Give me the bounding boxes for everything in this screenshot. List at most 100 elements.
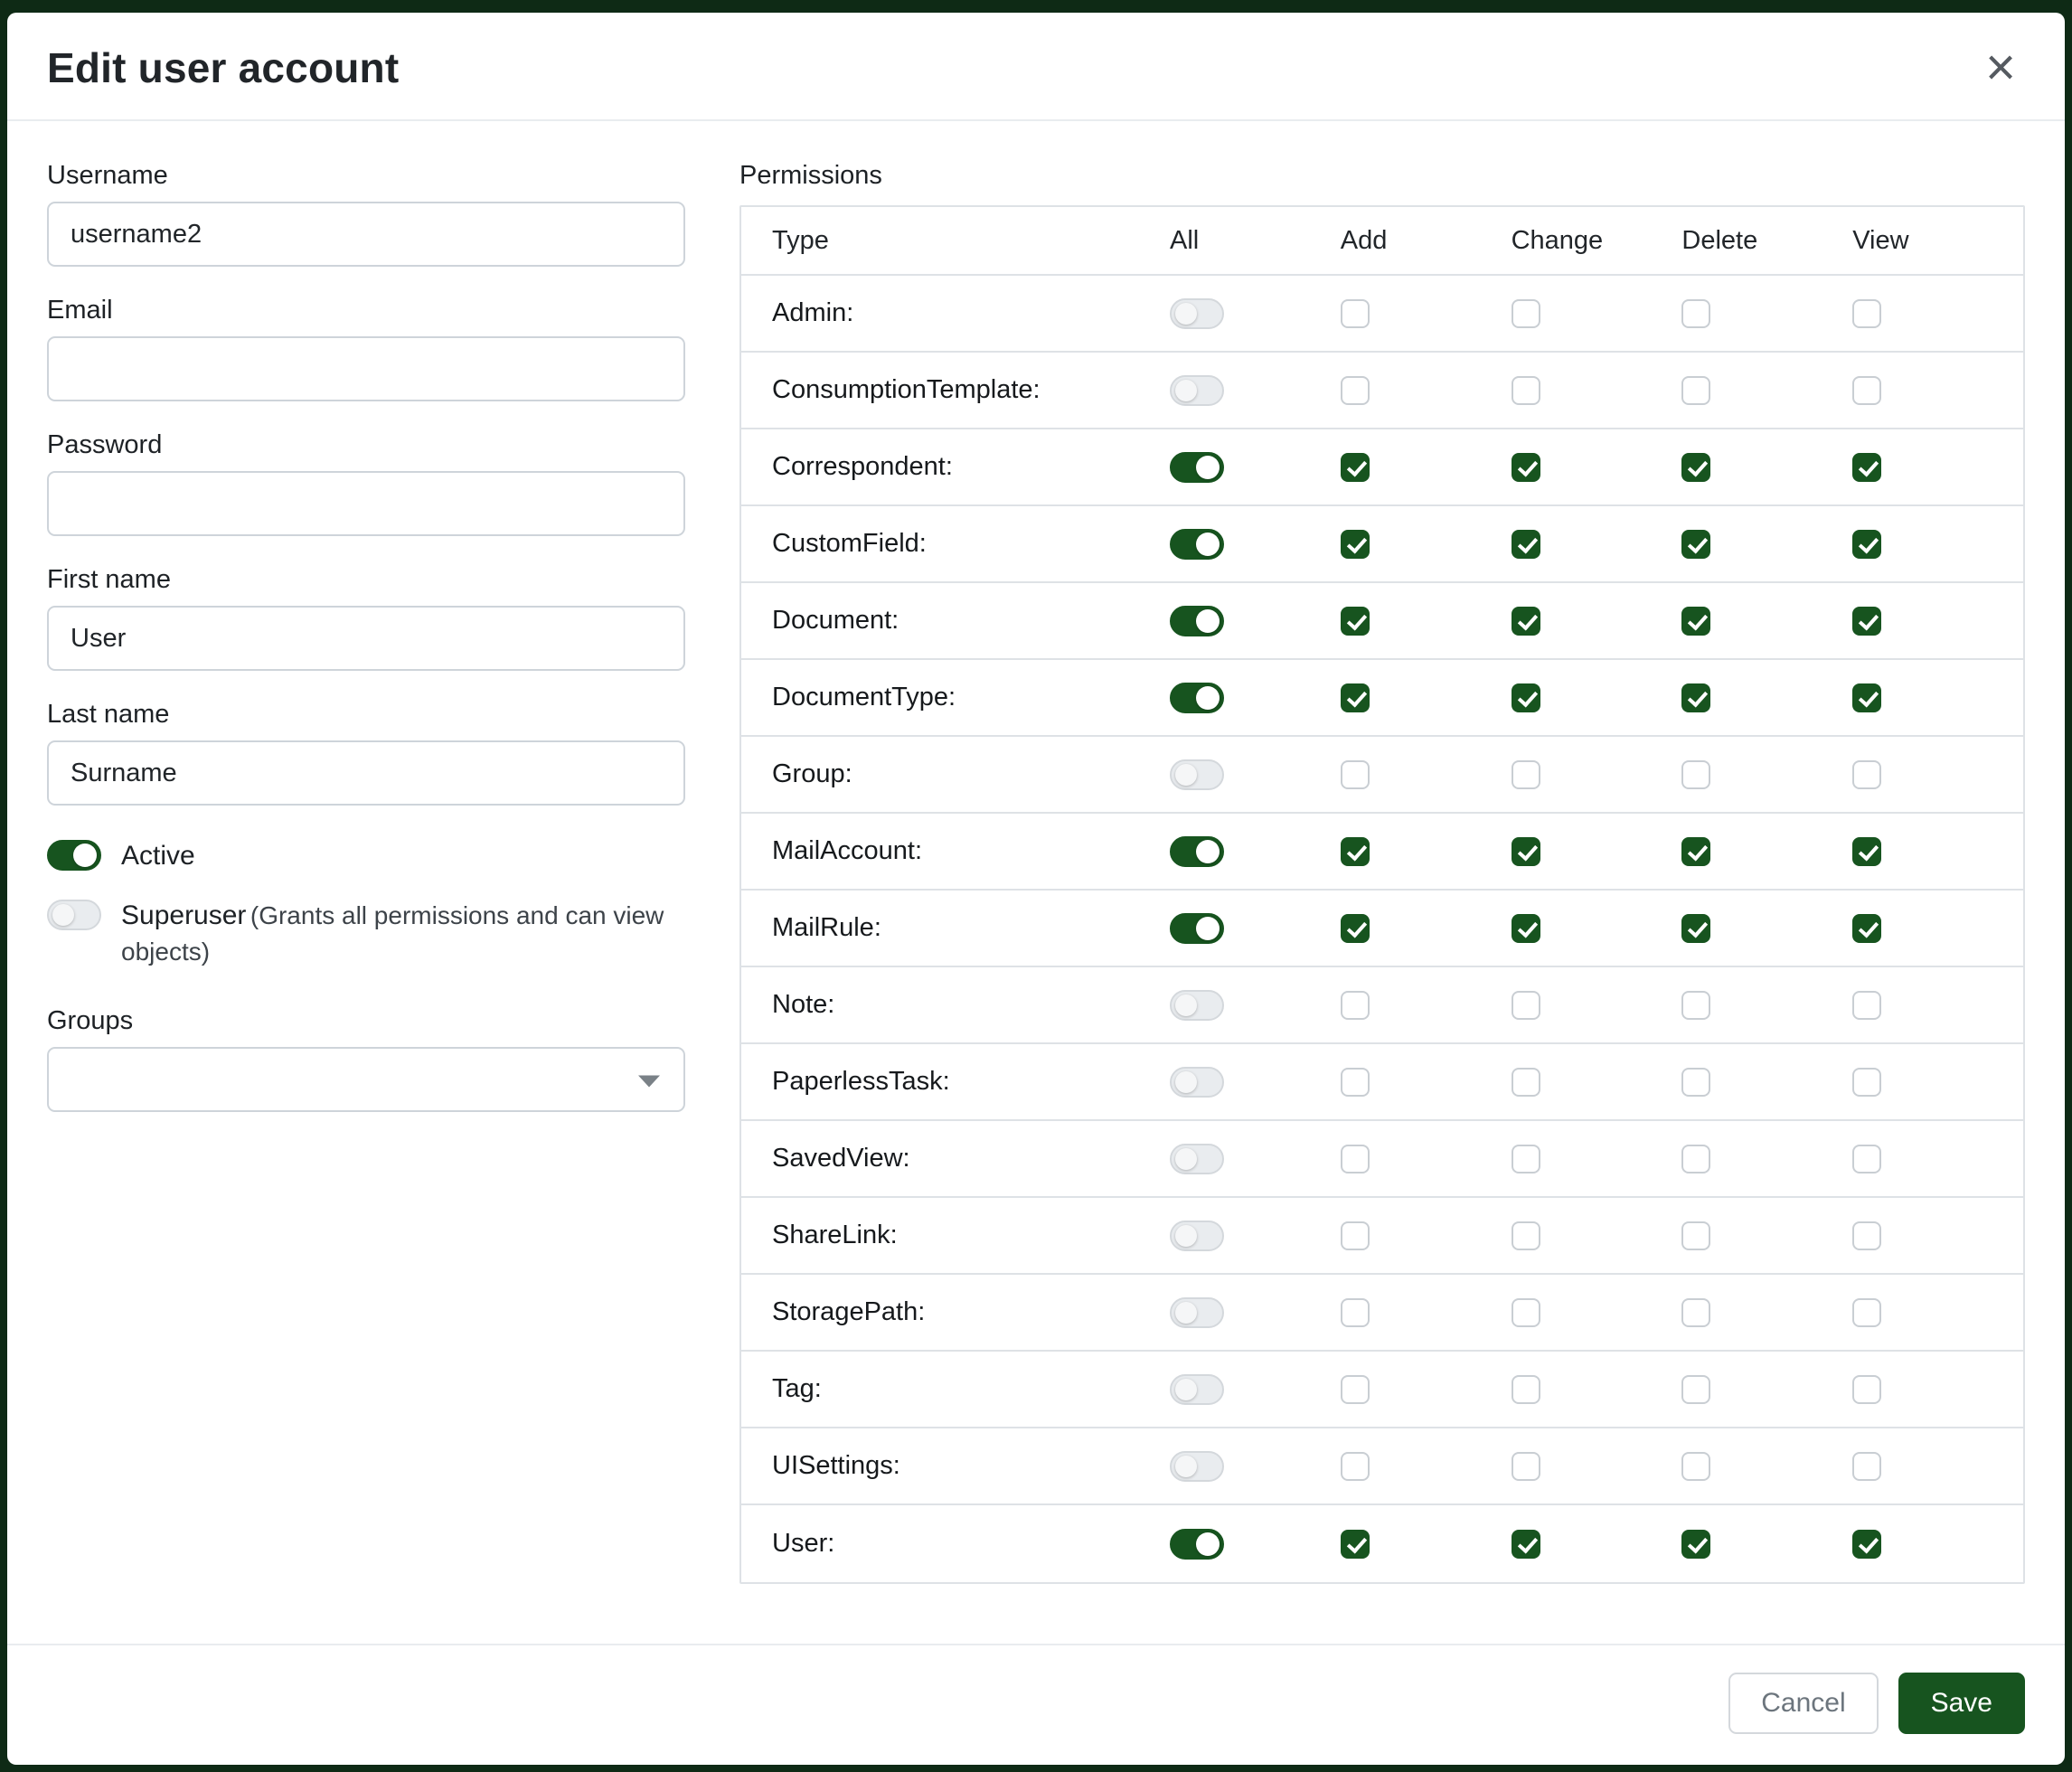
last-name-field[interactable] [47, 740, 685, 806]
permission-delete-checkbox[interactable] [1681, 530, 1710, 559]
permission-view-checkbox[interactable] [1852, 991, 1881, 1020]
permission-view-checkbox[interactable] [1852, 760, 1881, 789]
permission-change-checkbox[interactable] [1512, 914, 1540, 943]
permission-add-checkbox[interactable] [1341, 1530, 1370, 1559]
permission-view-checkbox[interactable] [1852, 1145, 1881, 1173]
password-field[interactable] [47, 471, 685, 536]
superuser-toggle[interactable] [47, 900, 101, 930]
permission-delete-checkbox[interactable] [1681, 1068, 1710, 1097]
permission-change-checkbox[interactable] [1512, 376, 1540, 405]
permission-all-toggle[interactable] [1170, 375, 1224, 406]
permission-all-toggle[interactable] [1170, 1529, 1224, 1560]
permission-view-checkbox[interactable] [1852, 299, 1881, 328]
permission-change-checkbox[interactable] [1512, 760, 1540, 789]
permission-delete-checkbox[interactable] [1681, 1221, 1710, 1250]
permission-all-toggle[interactable] [1170, 1297, 1224, 1328]
permission-add-checkbox[interactable] [1341, 991, 1370, 1020]
permission-all-toggle[interactable] [1170, 1374, 1224, 1405]
permission-view-checkbox[interactable] [1852, 453, 1881, 482]
cancel-button[interactable]: Cancel [1728, 1673, 1878, 1734]
permission-delete-checkbox[interactable] [1681, 1298, 1710, 1327]
permission-all-toggle[interactable] [1170, 529, 1224, 560]
permission-add-checkbox[interactable] [1341, 376, 1370, 405]
permission-change-checkbox[interactable] [1512, 530, 1540, 559]
last-name-label: Last name [47, 700, 685, 730]
permission-change-checkbox[interactable] [1512, 1298, 1540, 1327]
permission-all-toggle[interactable] [1170, 990, 1224, 1021]
username-input[interactable] [47, 202, 685, 267]
permission-all-toggle[interactable] [1170, 606, 1224, 636]
permission-delete-checkbox[interactable] [1681, 376, 1710, 405]
permission-change-checkbox[interactable] [1512, 1530, 1540, 1559]
permission-all-toggle[interactable] [1170, 683, 1224, 713]
permission-delete-checkbox[interactable] [1681, 299, 1710, 328]
first-name-field[interactable] [47, 606, 685, 671]
permission-type-label: SavedView: [772, 1144, 1170, 1173]
permission-view-checkbox[interactable] [1852, 1298, 1881, 1327]
permission-view-checkbox[interactable] [1852, 1068, 1881, 1097]
permission-view-checkbox[interactable] [1852, 530, 1881, 559]
permission-view-checkbox[interactable] [1852, 1452, 1881, 1481]
permission-add-checkbox[interactable] [1341, 607, 1370, 636]
permission-delete-checkbox[interactable] [1681, 991, 1710, 1020]
permission-add-checkbox[interactable] [1341, 1221, 1370, 1250]
permission-change-checkbox[interactable] [1512, 1452, 1540, 1481]
permission-change-checkbox[interactable] [1512, 607, 1540, 636]
permission-view-checkbox[interactable] [1852, 1221, 1881, 1250]
permission-change-checkbox[interactable] [1512, 1068, 1540, 1097]
permission-change-checkbox[interactable] [1512, 837, 1540, 866]
permission-delete-checkbox[interactable] [1681, 683, 1710, 712]
permission-delete-checkbox[interactable] [1681, 837, 1710, 866]
permission-add-checkbox[interactable] [1341, 1452, 1370, 1481]
permission-add-checkbox[interactable] [1341, 299, 1370, 328]
permission-add-checkbox[interactable] [1341, 1068, 1370, 1097]
permission-delete-checkbox[interactable] [1681, 1145, 1710, 1173]
permission-add-checkbox[interactable] [1341, 837, 1370, 866]
active-toggle[interactable] [47, 840, 101, 871]
permission-view-checkbox[interactable] [1852, 607, 1881, 636]
permission-delete-checkbox[interactable] [1681, 914, 1710, 943]
permission-delete-checkbox[interactable] [1681, 1375, 1710, 1404]
permission-change-checkbox[interactable] [1512, 1221, 1540, 1250]
permission-view-checkbox[interactable] [1852, 837, 1881, 866]
permission-delete-checkbox[interactable] [1681, 760, 1710, 789]
email-field[interactable] [47, 336, 685, 401]
permission-change-checkbox[interactable] [1512, 991, 1540, 1020]
groups-select[interactable] [47, 1047, 685, 1112]
permission-delete-checkbox[interactable] [1681, 607, 1710, 636]
permission-add-checkbox[interactable] [1341, 1145, 1370, 1173]
permission-add-checkbox[interactable] [1341, 453, 1370, 482]
permission-add-checkbox[interactable] [1341, 1298, 1370, 1327]
column-header-all: All [1170, 226, 1341, 256]
permission-add-checkbox[interactable] [1341, 760, 1370, 789]
permission-delete-checkbox[interactable] [1681, 1452, 1710, 1481]
save-button[interactable]: Save [1898, 1673, 2025, 1734]
close-icon[interactable]: × [1978, 43, 2023, 92]
permission-change-checkbox[interactable] [1512, 453, 1540, 482]
permission-change-checkbox[interactable] [1512, 683, 1540, 712]
permission-all-toggle[interactable] [1170, 1067, 1224, 1098]
permission-all-toggle[interactable] [1170, 298, 1224, 329]
permission-all-toggle[interactable] [1170, 913, 1224, 944]
permission-add-checkbox[interactable] [1341, 1375, 1370, 1404]
permission-all-toggle[interactable] [1170, 1221, 1224, 1251]
permission-add-checkbox[interactable] [1341, 683, 1370, 712]
permission-view-checkbox[interactable] [1852, 1375, 1881, 1404]
permission-view-checkbox[interactable] [1852, 914, 1881, 943]
permission-change-checkbox[interactable] [1512, 299, 1540, 328]
permission-all-toggle[interactable] [1170, 1451, 1224, 1482]
permission-all-toggle[interactable] [1170, 452, 1224, 483]
permission-all-toggle[interactable] [1170, 836, 1224, 867]
toggle-knob [1196, 1532, 1220, 1556]
permission-delete-checkbox[interactable] [1681, 1530, 1710, 1559]
permission-all-toggle[interactable] [1170, 1144, 1224, 1174]
permission-add-checkbox[interactable] [1341, 914, 1370, 943]
permission-add-checkbox[interactable] [1341, 530, 1370, 559]
permission-delete-checkbox[interactable] [1681, 453, 1710, 482]
permission-view-checkbox[interactable] [1852, 1530, 1881, 1559]
permission-change-checkbox[interactable] [1512, 1145, 1540, 1173]
permission-all-toggle[interactable] [1170, 759, 1224, 790]
permission-change-checkbox[interactable] [1512, 1375, 1540, 1404]
permission-view-checkbox[interactable] [1852, 376, 1881, 405]
permission-view-checkbox[interactable] [1852, 683, 1881, 712]
